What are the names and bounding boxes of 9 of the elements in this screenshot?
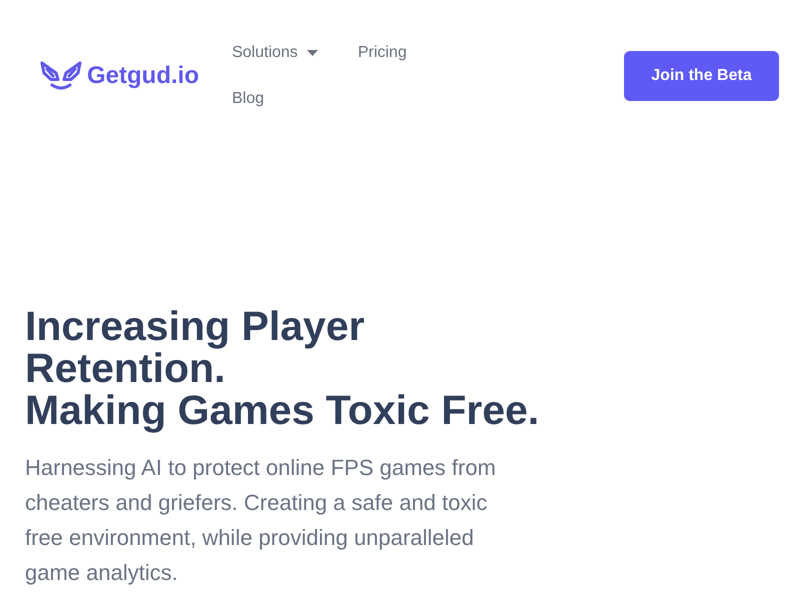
nav-link[interactable]: Blog (212, 76, 284, 122)
logo-text[interactable]: Getgud.io (87, 61, 199, 91)
mask-icon[interactable] (40, 60, 82, 92)
nav-link[interactable]: Pricing (338, 30, 427, 76)
hero-subtitle: Harnessing AI to protect online FPS games from cheaters and griefers. Creating a safe and toxic free environment, while providing unparalleled game analytics. (25, 454, 497, 587)
join-beta-button[interactable]: Join the Beta (624, 51, 779, 101)
caret-icon[interactable] (306, 50, 318, 56)
nav-link[interactable]: Solutions (212, 30, 338, 76)
hero-headline: Increasing Player Retention. Making Games Toxic Free. (25, 305, 540, 431)
